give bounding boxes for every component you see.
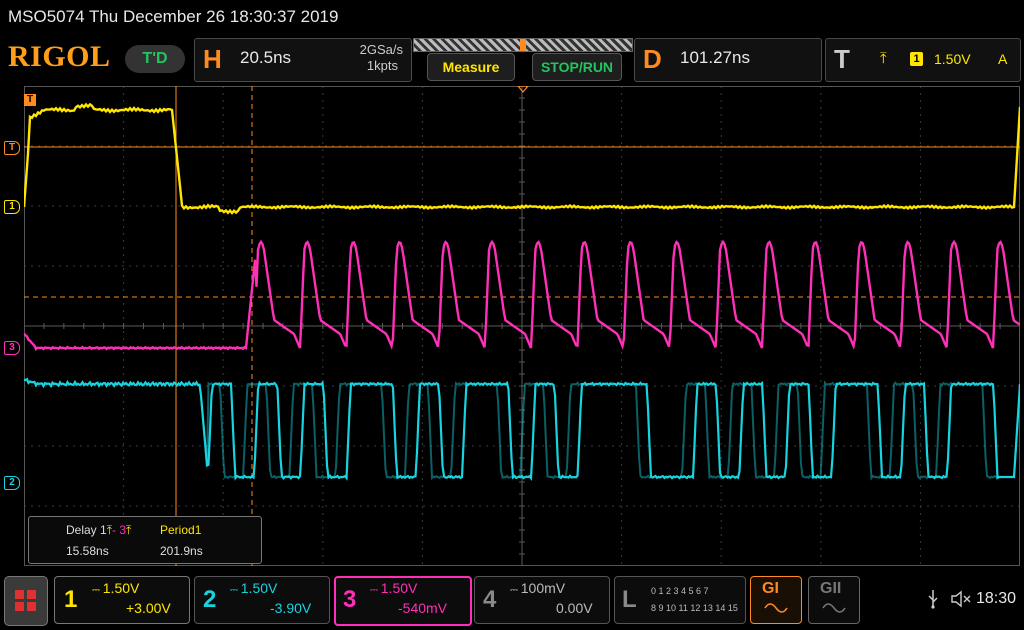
trigger-panel[interactable]: [825, 38, 1021, 82]
memory-position-bar[interactable]: [413, 38, 633, 52]
trigger-level: 1.50V: [934, 51, 971, 67]
ch4-scale: ⎓ 100mV: [510, 580, 565, 596]
ch3-offset: -540mV: [398, 600, 448, 616]
clock-time: 18:30: [976, 590, 1017, 607]
window-title: MSO5074 Thu December 26 18:30:37 2019: [8, 7, 339, 26]
ch4-number: 4: [483, 586, 497, 613]
la-channels-row1: 0 1 2 3 4 5 6 7: [651, 586, 709, 596]
delay-source-text: - 3: [112, 523, 127, 537]
ch3-number: 3: [343, 586, 357, 613]
ch2-offset: -3.90V: [270, 600, 312, 616]
ch3-scale: ⎓ 1.50V: [370, 580, 417, 596]
sine-wave-icon: [764, 603, 788, 613]
horizontal-letter: H: [203, 44, 222, 74]
grid-menu-icon: [15, 590, 36, 611]
trigger-status-badge[interactable]: T'D: [125, 45, 185, 73]
delay-letter: D: [643, 44, 662, 74]
delay-measure-label: Delay 1⤒- 3⤒: [66, 523, 131, 538]
usb-icon: [928, 590, 938, 609]
timebase-value: 20.5ns: [240, 48, 292, 67]
ch4-offset: 0.00V: [556, 600, 593, 616]
gi-label: GI: [762, 580, 779, 597]
memory-position-marker: [520, 39, 526, 51]
sample-rate: 2GSa/s: [359, 42, 403, 57]
ch1-scale: ⎓ 1.50V: [92, 580, 139, 596]
delay-label-text: Delay 1: [66, 523, 107, 537]
ch1-number: 1: [64, 586, 78, 613]
period-measure-value: 201.9ns: [160, 544, 203, 558]
ch1-offset: +3.00V: [126, 600, 171, 616]
period-measure-label: Period1: [160, 523, 202, 537]
dc-coupling-icon: ⎓: [510, 585, 521, 596]
dc-coupling-icon: ⎓: [230, 585, 241, 596]
trigger-source-badge: 1: [910, 52, 923, 66]
trigger-position-flag: T: [24, 94, 36, 106]
ch1-scale-value: 1.50V: [102, 580, 140, 596]
trigger-level-marker: T: [4, 141, 20, 155]
main-menu-button[interactable]: [4, 576, 48, 626]
memory-depth: 1kpts: [366, 58, 398, 73]
ch2-offset-marker[interactable]: 2: [4, 476, 20, 490]
ch4-scale-value: 100mV: [520, 580, 566, 596]
dc-coupling-icon: ⎓: [92, 585, 103, 596]
sine-wave-icon: [822, 603, 846, 613]
gii-label: GII: [820, 580, 842, 597]
delay-value: 101.27ns: [680, 48, 750, 67]
delay-measure-value: 15.58ns: [66, 544, 109, 558]
trigger-letter: T: [834, 44, 850, 74]
ch2-scale: ⎓ 1.50V: [230, 580, 277, 596]
measure-button[interactable]: Measure: [427, 53, 515, 81]
ch2-number: 2: [203, 586, 217, 613]
la-channels-row2: 8 9 10 11 12 13 14 15: [651, 603, 738, 613]
rising-edge-icon: ⤒: [880, 50, 887, 67]
waveform-display[interactable]: [24, 86, 1020, 566]
measurement-panel[interactable]: [28, 516, 262, 564]
rigol-logo: RIGOL: [8, 40, 111, 73]
stop-run-button[interactable]: STOP/RUN: [532, 53, 622, 81]
dc-coupling-icon: ⎓: [370, 585, 381, 596]
rising-edge-icon: ⤒: [126, 523, 132, 537]
ch3-offset-marker[interactable]: 3: [4, 341, 20, 355]
trigger-mode: A: [998, 51, 1008, 67]
speaker-mute-icon[interactable]: [950, 590, 972, 608]
la-letter: L: [622, 586, 637, 613]
ch3-scale-value: 1.50V: [380, 580, 418, 596]
ch2-scale-value: 1.50V: [240, 580, 278, 596]
ch1-offset-marker[interactable]: 1: [4, 200, 20, 214]
